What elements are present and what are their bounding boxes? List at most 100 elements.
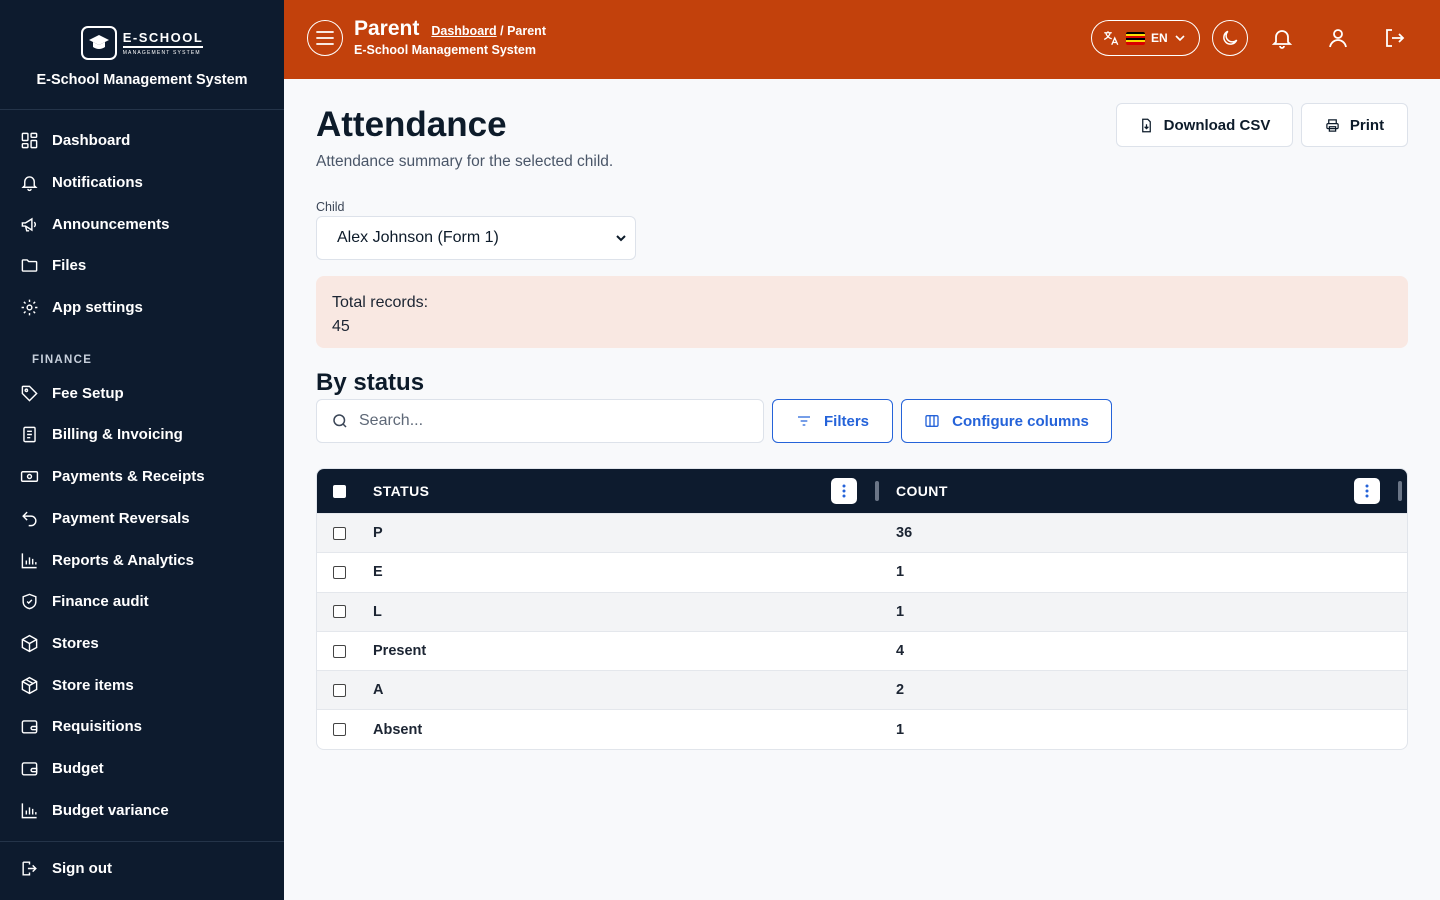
child-field-label: Child	[316, 200, 345, 214]
count-cell: 1	[896, 721, 905, 738]
sidebar-item-label: Payments & Receipts	[52, 468, 205, 486]
sidebar-item-dashboard[interactable]: Dashboard	[0, 120, 284, 162]
print-button[interactable]: Print	[1301, 103, 1408, 147]
bar-chart-icon	[21, 803, 37, 818]
page-subtitle: Attendance summary for the selected chil…	[316, 153, 614, 170]
status-cell: E	[373, 564, 383, 581]
breadcrumb-current: Parent	[507, 24, 546, 38]
row-checkbox[interactable]	[333, 644, 346, 658]
sidebar-item-billing[interactable]: Billing & Invoicing	[0, 414, 284, 456]
status-column-menu-button[interactable]	[831, 478, 857, 504]
status-column-resizer[interactable]	[875, 481, 879, 501]
sidebar-item-label: Fee Setup	[52, 384, 124, 402]
sidebar-item-label: Files	[52, 257, 87, 275]
row-checkbox[interactable]	[333, 565, 346, 579]
theme-toggle-button[interactable]	[1212, 20, 1248, 56]
table-row[interactable]: Present 4	[317, 630, 1407, 670]
printer-icon	[1326, 118, 1339, 132]
sidebar-item-finance-audit[interactable]: Finance audit	[0, 581, 284, 623]
sign-out-button[interactable]: Sign out	[0, 842, 284, 894]
row-checkbox[interactable]	[333, 683, 346, 697]
count-column-resizer[interactable]	[1398, 481, 1402, 501]
status-cell: L	[373, 603, 382, 620]
package-icon	[21, 676, 38, 694]
sidebar-item-payments[interactable]: Payments & Receipts	[0, 456, 284, 498]
sidebar-item-budget-variance[interactable]: Budget variance	[0, 789, 284, 831]
child-select[interactable]: Alex Johnson (Form 1)	[316, 216, 636, 260]
status-table: STATUS COUNT P 36 E 1 L 1 Present 4 A 2 …	[316, 468, 1408, 750]
columns-icon	[925, 415, 939, 427]
table-row[interactable]: E 1	[317, 552, 1407, 591]
flag-icon	[1126, 31, 1145, 45]
table-row[interactable]: A 2	[317, 670, 1407, 710]
language-selector[interactable]: EN	[1091, 20, 1200, 56]
sidebar-item-label: Dashboard	[52, 132, 131, 150]
search-input[interactable]	[359, 412, 739, 430]
sidebar-item-payment-reversals[interactable]: Payment Reversals	[0, 498, 284, 540]
undo-icon	[22, 511, 37, 527]
count-column-menu-button[interactable]	[1354, 478, 1380, 504]
sidebar-item-label: Store items	[52, 676, 134, 694]
dashboard-icon	[21, 133, 38, 149]
sidebar-item-store-items[interactable]: Store items	[0, 664, 284, 706]
flag-stripe	[1126, 42, 1145, 45]
top-header: Parent Dashboard / Parent E-School Manag…	[284, 0, 1440, 79]
wallet-icon	[21, 762, 38, 776]
header-subtitle: E-School Management System	[354, 43, 536, 57]
sidebar-item-requisitions[interactable]: Requisitions	[0, 706, 284, 748]
app-name: E-School Management System	[36, 72, 248, 88]
header-role: Parent	[354, 17, 420, 40]
box-icon	[21, 634, 38, 653]
sidebar-item-notifications[interactable]: Notifications	[0, 162, 284, 204]
chevron-down-icon	[616, 235, 626, 242]
logout-icon[interactable]	[1382, 26, 1406, 50]
sidebar-item-fee-setup[interactable]: Fee Setup	[0, 372, 284, 414]
table-row[interactable]: P 36	[317, 513, 1407, 553]
graduation-cap-icon	[80, 26, 117, 60]
filter-icon	[797, 416, 810, 426]
count-cell: 2	[896, 682, 905, 699]
brand-header: E-SCHOOL MANAGEMENT SYSTEM E-School Mana…	[0, 0, 284, 110]
status-cell: P	[373, 525, 383, 542]
breadcrumb: Dashboard / Parent	[431, 24, 546, 38]
sidebar-item-budget[interactable]: Budget	[0, 748, 284, 790]
select-all-checkbox[interactable]	[333, 484, 346, 498]
sidebar-item-label: Reports & Analytics	[52, 551, 194, 569]
sidebar-item-label: Payment Reversals	[52, 509, 190, 527]
filters-button[interactable]: Filters	[772, 399, 893, 443]
breadcrumb-dashboard-link[interactable]: Dashboard	[431, 24, 496, 38]
table-row[interactable]: Absent 1	[317, 709, 1407, 748]
row-checkbox[interactable]	[333, 526, 346, 540]
table-row[interactable]: L 1	[317, 591, 1407, 631]
count-cell: 4	[896, 643, 905, 660]
sidebar-item-files[interactable]: Files	[0, 245, 284, 287]
sidebar-item-label: Budget	[52, 759, 104, 777]
column-header-count[interactable]: COUNT	[896, 483, 948, 499]
configure-columns-button[interactable]: Configure columns	[901, 399, 1112, 443]
moon-icon	[1223, 30, 1238, 45]
print-label: Print	[1349, 116, 1385, 134]
row-checkbox[interactable]	[333, 605, 346, 619]
download-csv-button[interactable]: Download CSV	[1116, 103, 1293, 147]
bell-icon[interactable]	[1270, 26, 1294, 50]
table-header-row: STATUS COUNT	[317, 469, 1407, 513]
sidebar-item-stores[interactable]: Stores	[0, 623, 284, 665]
banknote-icon	[20, 471, 39, 483]
sidebar-item-label: Budget variance	[52, 801, 169, 819]
user-icon[interactable]	[1326, 26, 1350, 50]
school-logo[interactable]: E-SCHOOL MANAGEMENT SYSTEM	[80, 26, 204, 60]
column-header-status[interactable]: STATUS	[373, 483, 429, 499]
bell-icon	[21, 176, 38, 192]
menu-toggle-button[interactable]	[307, 20, 343, 56]
sidebar: E-SCHOOL MANAGEMENT SYSTEM E-School Mana…	[0, 0, 284, 900]
total-records-card: Total records: 45	[316, 276, 1408, 348]
sidebar-item-reports[interactable]: Reports & Analytics	[0, 539, 284, 581]
status-cell: Present	[373, 643, 427, 660]
chevron-down-icon	[1175, 35, 1185, 42]
bar-chart-icon	[21, 552, 37, 568]
more-vertical-icon	[842, 484, 846, 498]
status-cell: A	[373, 682, 384, 699]
sidebar-item-announcements[interactable]: Announcements	[0, 203, 284, 245]
row-checkbox[interactable]	[333, 723, 346, 737]
sidebar-item-app-settings[interactable]: App settings	[0, 287, 284, 329]
